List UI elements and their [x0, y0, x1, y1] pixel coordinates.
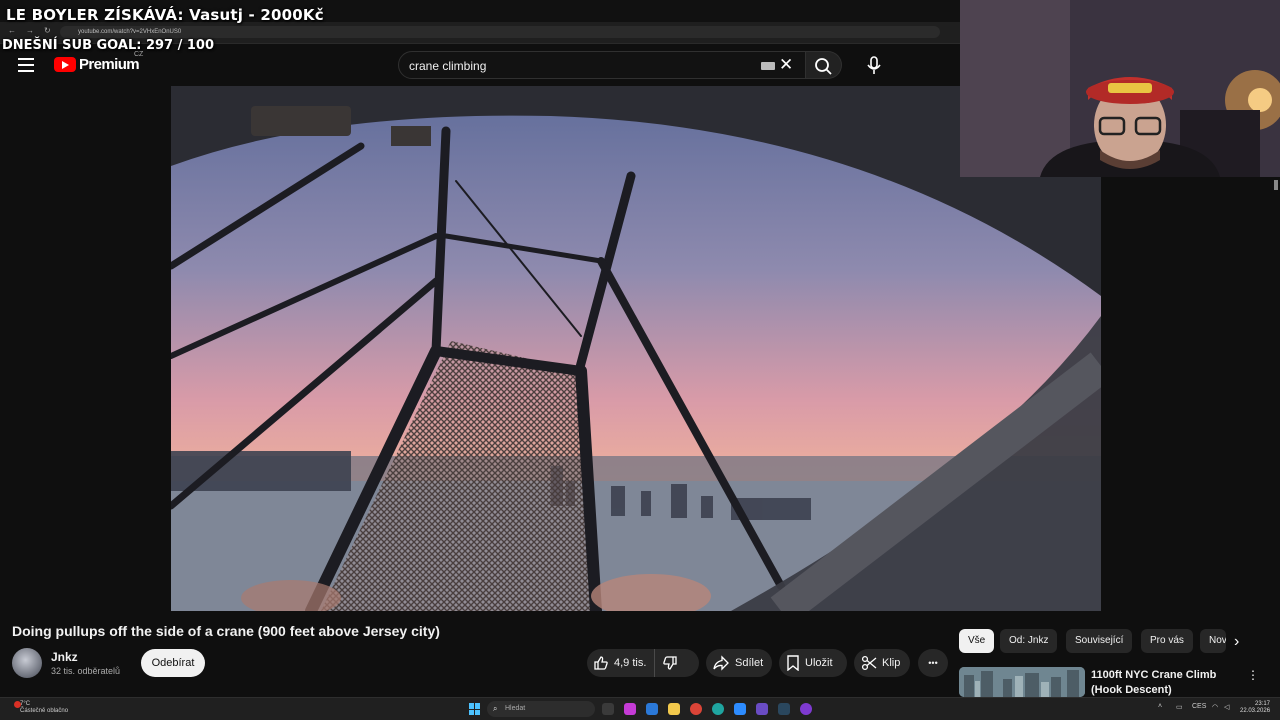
app-icon[interactable] [734, 703, 746, 715]
youtube-logo-icon [54, 57, 76, 72]
chip-from-channel[interactable]: Od: Jnkz [1000, 629, 1058, 653]
save-button[interactable]: Uložit [779, 649, 847, 677]
keyboard-icon[interactable] [761, 62, 775, 70]
bookmark-icon [787, 655, 799, 671]
search-icon: ⌕ [493, 704, 498, 713]
language-indicator[interactable]: CES [1192, 703, 1206, 710]
like-dislike-group: 4,9 tis. [587, 649, 699, 677]
voice-search-button[interactable] [858, 50, 890, 80]
page-scrollbar[interactable] [1273, 178, 1280, 698]
mic-icon [867, 56, 881, 74]
file-explorer-icon[interactable] [668, 703, 680, 715]
channel-name[interactable]: Jnkz [51, 650, 78, 664]
search-box: ✕ [398, 51, 806, 79]
like-count: 4,9 tis. [614, 657, 647, 669]
more-actions-button[interactable]: ••• [918, 649, 948, 677]
notification-badge [14, 701, 21, 708]
share-button[interactable]: Sdílet [706, 649, 772, 677]
menu-icon[interactable] [18, 58, 34, 72]
share-icon [713, 655, 729, 671]
logo-text: Premium [79, 56, 140, 73]
clip-button[interactable]: Klip [854, 649, 910, 677]
forward-icon[interactable]: → [26, 26, 34, 35]
dislike-button[interactable] [655, 649, 678, 677]
close-icon[interactable]: ✕ [779, 55, 793, 75]
chrome-icon[interactable] [690, 703, 702, 715]
reload-icon[interactable]: ↻ [44, 26, 51, 35]
weather-temp: 7°C [20, 701, 31, 707]
video-title: Doing pullups off the side of a crane (9… [12, 623, 440, 639]
subscribe-button[interactable]: Odebírat [141, 649, 205, 677]
thumbs-up-icon [594, 656, 608, 670]
app-icon[interactable] [756, 703, 768, 715]
back-icon[interactable]: ← [8, 26, 16, 35]
subscriber-count: 32 tis. odběratelů [51, 666, 121, 676]
chip-all[interactable]: Vše [959, 629, 995, 653]
sub-goal-overlay: DNEŠNÍ SUB GOAL: 297 / 100 [2, 38, 215, 53]
weather-widget[interactable]: 7°C Částečně oblačno [14, 701, 69, 715]
more-vert-icon[interactable]: ⋮ [1247, 668, 1259, 682]
thumbs-down-icon [663, 656, 678, 670]
like-button[interactable]: 4,9 tis. [587, 649, 656, 677]
donation-overlay: LE BOYLER ZÍSKÁVÁ: Vasutj - 2000Kč [6, 6, 324, 24]
search-icon [815, 58, 832, 75]
channel-avatar[interactable] [12, 648, 42, 678]
chevron-up-icon[interactable]: ˄ [1158, 703, 1162, 710]
app-icon[interactable] [624, 703, 636, 715]
task-view-icon[interactable] [602, 703, 614, 715]
share-label: Sdílet [735, 657, 764, 669]
weather-desc: Částečně oblačno [20, 708, 69, 714]
address-bar[interactable]: youtube.com/watch?v=2VHxEnOnUS0 [60, 26, 940, 38]
taskbar: 7°C Částečně oblačno ⌕ Hledat ˄ ▭ CES ◠ … [0, 697, 1280, 720]
webcam-feed [960, 0, 1280, 177]
edge-icon[interactable] [712, 703, 724, 715]
taskbar-search-placeholder: Hledat [505, 705, 526, 712]
save-label: Uložit [805, 657, 833, 669]
more-icon: ••• [928, 658, 938, 668]
app-icon[interactable] [800, 703, 812, 715]
steam-icon[interactable] [778, 703, 790, 715]
tray-icon[interactable]: ▭ [1176, 703, 1183, 711]
scissors-icon [861, 655, 877, 671]
app-icon[interactable] [646, 703, 658, 715]
clock[interactable]: 23:17 22.03.2026 [1240, 701, 1270, 715]
clip-label: Klip [882, 657, 901, 669]
chip-new[interactable]: Nové [1200, 629, 1226, 653]
date: 22.03.2026 [1240, 708, 1271, 714]
search-button[interactable] [806, 51, 842, 79]
search-input[interactable] [409, 57, 739, 75]
chip-for-you[interactable]: Pro vás [1141, 629, 1193, 653]
volume-icon[interactable]: ◁ [1224, 703, 1229, 711]
windows-start-icon[interactable] [469, 703, 481, 715]
time: 23:17 [1254, 701, 1270, 707]
chevron-right-icon[interactable]: › [1234, 633, 1239, 651]
taskbar-search[interactable]: ⌕ Hledat [487, 701, 595, 717]
recommendation-thumbnail[interactable] [959, 667, 1085, 697]
chip-related[interactable]: Související [1066, 629, 1133, 653]
recommendation-title[interactable]: 1100ft NYC Crane Climb (Hook Descent) [1091, 668, 1241, 698]
wifi-icon[interactable]: ◠ [1212, 703, 1218, 711]
youtube-logo[interactable]: Premium CZ [54, 51, 143, 73]
